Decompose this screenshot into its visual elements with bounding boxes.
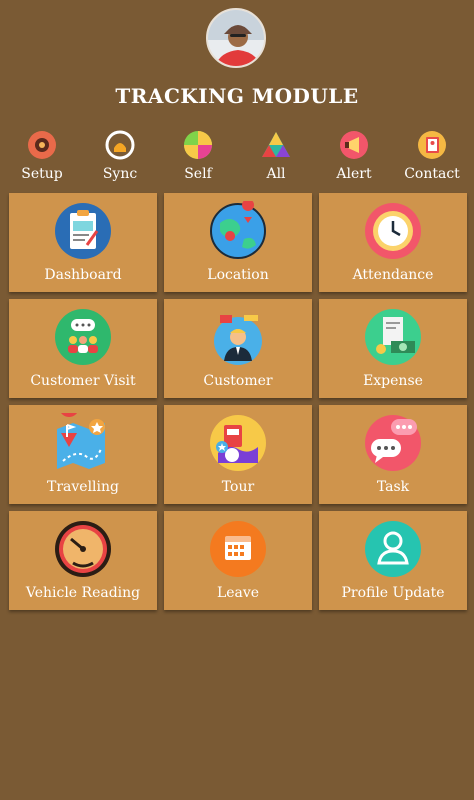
tile-label: Tour xyxy=(221,479,255,495)
tile-label: Task xyxy=(376,479,410,495)
sync-icon xyxy=(103,128,137,162)
calendar-icon xyxy=(208,519,268,579)
money-receipt-icon xyxy=(363,307,423,367)
globe-pin-icon xyxy=(208,199,268,261)
tour-icon xyxy=(208,413,268,473)
tile-customer-visit[interactable]: Customer Visit xyxy=(9,299,157,398)
tile-leave[interactable]: Leave xyxy=(164,511,312,610)
tile-vehicle-reading[interactable]: Vehicle Reading xyxy=(9,511,157,610)
self-button[interactable]: Self xyxy=(162,128,234,182)
tile-expense[interactable]: Expense xyxy=(319,299,467,398)
module-grid: Dashboard Location Attendance Customer V… xyxy=(9,193,467,610)
tile-customer[interactable]: Customer xyxy=(164,299,312,398)
tile-travelling[interactable]: Travelling xyxy=(9,397,157,504)
setup-label: Setup xyxy=(21,166,63,182)
tile-label: Leave xyxy=(216,585,260,601)
tile-label: Customer Visit xyxy=(30,373,136,389)
contact-book-icon xyxy=(415,128,449,162)
contact-button[interactable]: Contact xyxy=(396,128,468,182)
map-route-icon xyxy=(53,397,113,473)
tile-label: Travelling xyxy=(47,479,119,495)
tile-label: Attendance xyxy=(352,267,434,283)
tile-label: Expense xyxy=(363,373,423,389)
all-label: All xyxy=(266,166,286,182)
tile-label: Location xyxy=(207,267,269,283)
gear-icon xyxy=(25,128,59,162)
tile-label: Vehicle Reading xyxy=(25,585,141,601)
megaphone-icon xyxy=(337,128,371,162)
all-button[interactable]: All xyxy=(240,128,312,182)
chat-bubbles-icon xyxy=(363,413,423,473)
tile-label: Customer xyxy=(203,373,273,389)
tile-profile-update[interactable]: Profile Update xyxy=(319,511,467,610)
contact-label: Contact xyxy=(404,166,460,182)
self-label: Self xyxy=(184,166,212,182)
alert-label: Alert xyxy=(336,166,372,182)
setup-button[interactable]: Setup xyxy=(6,128,78,182)
self-pie-icon xyxy=(181,128,215,162)
sync-label: Sync xyxy=(102,166,138,182)
tile-label: Dashboard xyxy=(44,267,122,283)
profile-icon xyxy=(363,519,423,579)
tile-dashboard[interactable]: Dashboard xyxy=(9,193,157,292)
speedometer-icon xyxy=(53,519,113,579)
top-actions-bar: Setup Sync Self All Alert Contact xyxy=(0,128,474,182)
all-triangle-icon xyxy=(259,128,293,162)
sync-button[interactable]: Sync xyxy=(84,128,156,182)
profile-avatar[interactable] xyxy=(206,8,266,68)
tile-attendance[interactable]: Attendance xyxy=(319,193,467,292)
page-title: TRACKING MODULE xyxy=(115,84,359,108)
tile-task[interactable]: Task xyxy=(319,405,467,504)
customer-icon xyxy=(208,307,268,367)
tile-location[interactable]: Location xyxy=(164,193,312,292)
alert-button[interactable]: Alert xyxy=(318,128,390,182)
group-chat-icon xyxy=(53,307,113,367)
tile-label: Profile Update xyxy=(341,585,445,601)
clock-icon xyxy=(363,201,423,261)
clipboard-icon xyxy=(53,201,113,261)
tile-tour[interactable]: Tour xyxy=(164,405,312,504)
